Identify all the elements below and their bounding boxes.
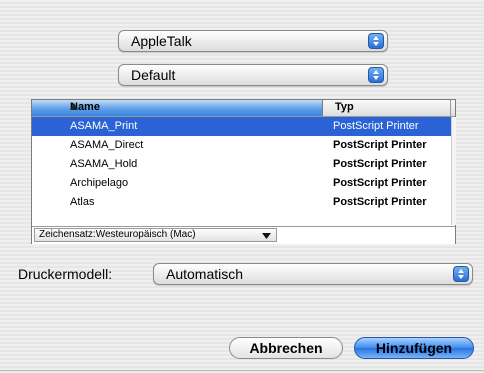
printer-type: PostScript Printer (333, 196, 427, 208)
connection-popup-value: AppleTalk (131, 33, 192, 49)
zone-popup-value: Default (131, 67, 176, 83)
cancel-button[interactable]: Abbrechen (229, 337, 343, 359)
printer-list[interactable]: Name Typ ASAMA_Print PostScript Printer … (31, 99, 456, 244)
up-down-chevron-icon (368, 67, 384, 83)
column-header-name[interactable]: Name (32, 100, 323, 116)
column-header-type[interactable]: Typ (335, 101, 354, 113)
column-divider (450, 100, 451, 116)
printer-row[interactable]: Atlas PostScript Printer (32, 193, 451, 212)
encoding-bar: Zeichensatz:Westeuropäisch (Mac) (32, 226, 455, 244)
list-header: Name Typ (32, 100, 455, 117)
printer-row[interactable]: ASAMA_Print PostScript Printer (32, 117, 451, 136)
printer-type: PostScript Printer (333, 177, 427, 189)
printer-model-label: Druckermodell: (18, 266, 113, 282)
printer-row[interactable]: Archipelago PostScript Printer (32, 174, 451, 193)
vertical-scrollbar[interactable] (451, 117, 456, 225)
zone-popup[interactable]: Default (118, 64, 388, 86)
printer-name: Archipelago (70, 177, 129, 189)
encoding-popup-value: Zeichensatz:Westeuropäisch (Mac) (39, 229, 196, 240)
printer-row[interactable]: ASAMA_Hold PostScript Printer (32, 155, 451, 174)
encoding-popup[interactable]: Zeichensatz:Westeuropäisch (Mac) (34, 228, 277, 242)
printer-row[interactable]: ASAMA_Direct PostScript Printer (32, 136, 451, 155)
up-down-chevron-icon (453, 266, 469, 282)
sort-ascending-icon (70, 101, 316, 113)
printer-name: Atlas (70, 196, 95, 208)
divider (0, 370, 484, 371)
triangle-down-icon (262, 233, 271, 239)
printer-name: ASAMA_Hold (70, 158, 138, 170)
printer-model-popup[interactable]: Automatisch (153, 263, 473, 285)
printer-type: PostScript Printer (333, 120, 419, 132)
up-down-chevron-icon (368, 33, 384, 49)
printer-name: ASAMA_Direct (70, 139, 144, 151)
add-button[interactable]: Hinzufügen (354, 337, 474, 359)
connection-popup[interactable]: AppleTalk (118, 30, 388, 52)
printer-type: PostScript Printer (333, 139, 427, 151)
printer-model-value: Automatisch (166, 266, 244, 282)
printer-type: PostScript Printer (333, 158, 427, 170)
printer-name: ASAMA_Print (70, 120, 138, 132)
list-body: ASAMA_Print PostScript Printer ASAMA_Dir… (32, 117, 451, 225)
